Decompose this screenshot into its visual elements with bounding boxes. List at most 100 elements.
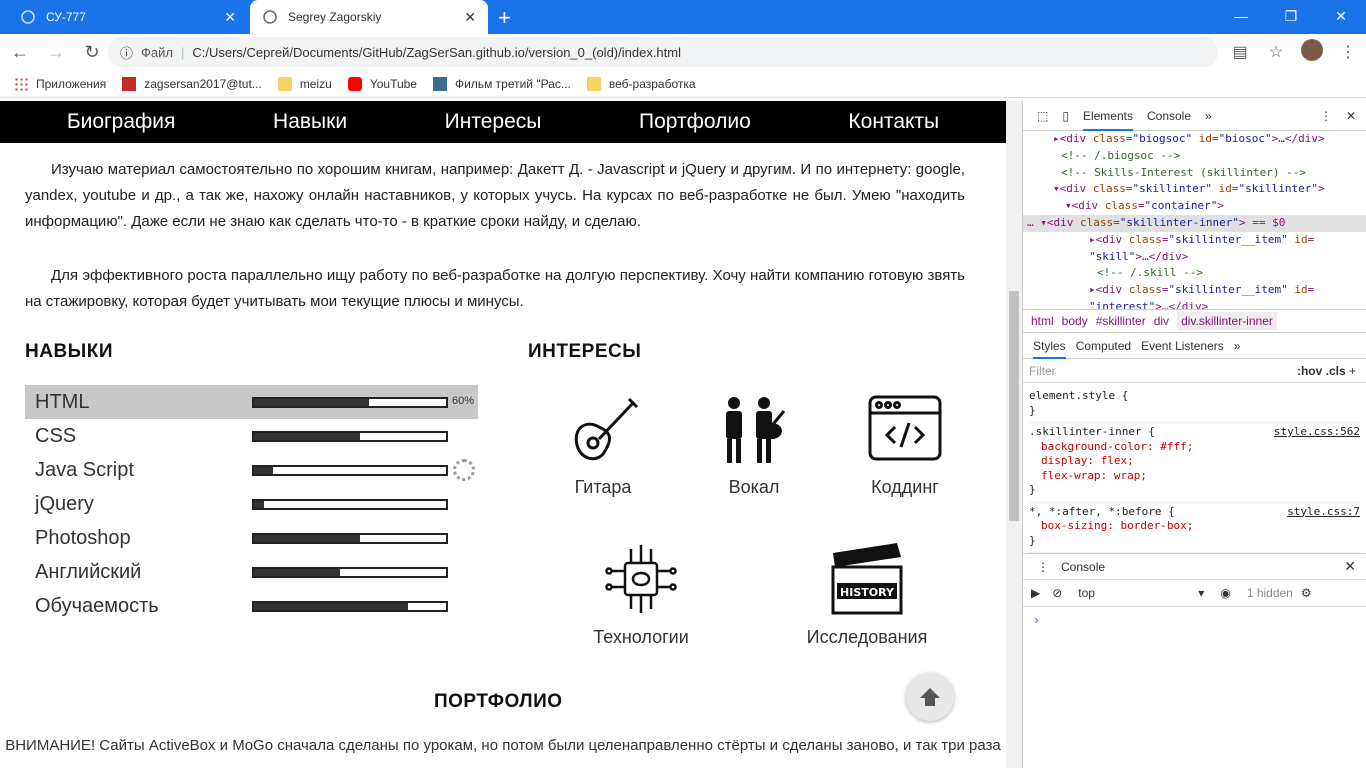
info-icon[interactable]: ⓘ [120,43,133,62]
minimize-icon[interactable]: — [1216,0,1266,32]
close-icon[interactable]: ✕ [1346,109,1356,123]
menu-icon[interactable]: ⋮ [1320,109,1332,123]
console-toolbar: ▶ ⊘ top ▾ ◉ 1 hidden ⚙ [1023,579,1366,607]
crumb[interactable]: html [1031,314,1054,328]
nav-biography[interactable]: Биография [67,110,176,134]
guitar-icon [574,397,639,461]
arrow-up-icon [920,688,940,706]
nav-skills[interactable]: Навыки [273,110,347,134]
forward-icon[interactable]: → [40,42,72,63]
skill-percent: 60% [452,395,475,407]
context-select[interactable]: top [1078,586,1198,600]
rule-prop[interactable]: display: flex; [1029,454,1360,469]
nav-interests[interactable]: Интересы [445,110,542,134]
dom-line[interactable]: "skill">…</div> [1023,249,1366,266]
dom-line[interactable]: ▾<div class="container"> [1023,198,1366,215]
tab-console[interactable]: Console [1147,109,1191,123]
rule-prop[interactable]: box-sizing: border-box; [1029,519,1360,534]
bookmark-film[interactable]: Фильм третий "Рас... [432,76,571,91]
nav-contacts[interactable]: Контакты [848,110,939,134]
skill-row: Java Script [25,453,478,487]
nav-portfolio[interactable]: Портфолио [639,110,751,134]
bookmark-apps[interactable]: Приложения [14,76,106,91]
console-prompt[interactable]: › [1023,607,1366,633]
reload-icon[interactable]: ↻ [76,42,108,63]
rule-selector: *, *:after, *:before { [1029,504,1175,518]
menu-icon[interactable]: ⋮ [1330,42,1366,62]
rule-source[interactable]: style.css:562 [1274,425,1360,440]
crumb[interactable]: #skillinter [1096,314,1146,328]
new-tab-icon[interactable]: + [498,5,511,31]
close-icon[interactable]: ✕ [464,9,476,26]
film-icon [432,76,447,91]
rule-source[interactable]: style.css:7 [1287,505,1360,520]
skill-name: Photoshop [35,526,131,549]
globe-icon [262,9,278,25]
interest-guitar: Гитара [528,389,678,498]
bookmark-webdev[interactable]: веб-разработка [586,76,696,91]
star-icon[interactable]: ☆ [1258,42,1294,62]
bookmark-youtube[interactable]: YouTube [347,76,417,91]
sidebar-icon[interactable]: ▶ [1031,586,1040,600]
address-bar[interactable]: ⓘ Файл | C:/Users/Сергей/Documents/GitHu… [108,37,1218,67]
crumb[interactable]: div [1154,314,1169,328]
clear-console-icon[interactable]: ⊘ [1052,586,1062,600]
skill-name: CSS [35,424,77,447]
dom-line[interactable]: <!-- /.skill --> [1023,265,1366,282]
dom-line[interactable]: <!-- /.biogsoc --> [1023,148,1366,165]
skill-bar [252,533,448,544]
eye-icon[interactable]: ◉ [1220,586,1230,600]
filter-input[interactable]: Filter [1029,364,1056,378]
scheme-label: Файл [141,44,173,60]
crumb[interactable]: div.skillinter-inner [1177,312,1277,330]
bookmark-meizu[interactable]: meizu [277,76,332,91]
rule-prop[interactable]: background-color: #fff; [1029,440,1360,455]
tab-styles[interactable]: Styles [1033,339,1066,359]
dom-line[interactable]: ▸<div class="biogsoc" id="biosoc">…</div… [1023,131,1366,148]
crumb[interactable]: body [1062,314,1088,328]
more-tabs-icon[interactable]: » [1234,339,1241,353]
scroll-top-button[interactable] [906,673,954,721]
dom-line[interactable]: ▾<div class="skillinter" id="skillinter"… [1023,181,1366,198]
dom-line[interactable]: "interest">…</div> [1023,299,1366,309]
dom-line[interactable]: ▸<div class="skillinter__item" id= [1023,282,1366,299]
close-icon[interactable]: ✕ [224,9,236,26]
tab-su777[interactable]: СУ-777 ✕ [8,0,248,34]
back-icon[interactable]: ← [4,42,36,63]
scrollbar-thumb[interactable] [1009,291,1019,521]
drawer-menu-icon[interactable]: ⋮ [1037,560,1049,574]
maximize-icon[interactable]: ❐ [1266,0,1316,32]
rule-prop[interactable]: flex-wrap: wrap; [1029,469,1360,484]
tab-segrey[interactable]: Segrey Zagorskiy ✕ [250,0,488,34]
close-icon[interactable]: ✕ [1344,558,1356,575]
browser-toolbar: ← → ↻ ⓘ Файл | C:/Users/Сергей/Documents… [0,34,1366,70]
tab-event-listeners[interactable]: Event Listeners [1141,339,1224,353]
inspect-icon[interactable]: ⬚ [1037,109,1048,123]
skills-title: НАВЫКИ [25,341,114,362]
more-tabs-icon[interactable]: » [1205,109,1212,123]
translate-icon[interactable]: ▤ [1222,42,1258,62]
dom-tree[interactable]: ▸<div class="biogsoc" id="biosoc">…</div… [1023,131,1366,309]
skill-row: CSS [25,419,478,453]
bookmark-mail[interactable]: zagsersan2017@tut... [122,76,262,91]
dom-line[interactable]: ▸<div class="skillinter__item" id= [1023,232,1366,249]
tab-elements[interactable]: Elements [1082,109,1133,131]
dom-line-selected[interactable]: … ▾<div class="skillinter-inner"> == $0 [1023,214,1366,232]
dom-line[interactable]: <!-- Skills-Interest (skillinter) --> [1023,165,1366,182]
chevron-down-icon[interactable]: ▾ [1198,586,1204,600]
hov-toggle[interactable]: :hov .cls + [1297,364,1356,378]
styles-filter[interactable]: Filter :hov .cls + [1023,359,1366,383]
youtube-icon [347,76,362,91]
loading-spinner-icon [453,459,475,481]
skill-row: jQuery [25,487,478,521]
close-window-icon[interactable]: ✕ [1316,0,1366,32]
page-scrollbar[interactable] [1006,101,1022,768]
apps-icon [14,76,28,91]
rule-selector: element.style { [1029,389,1129,402]
avatar[interactable] [1294,38,1330,66]
url-text: C:/Users/Сергей/Documents/GitHub/ZagSerS… [192,44,681,60]
interest-research: HISTORY Исследования [792,539,942,648]
device-icon[interactable]: ▯ [1062,109,1069,123]
tab-computed[interactable]: Computed [1076,339,1131,353]
gear-icon[interactable]: ⚙ [1301,586,1312,600]
